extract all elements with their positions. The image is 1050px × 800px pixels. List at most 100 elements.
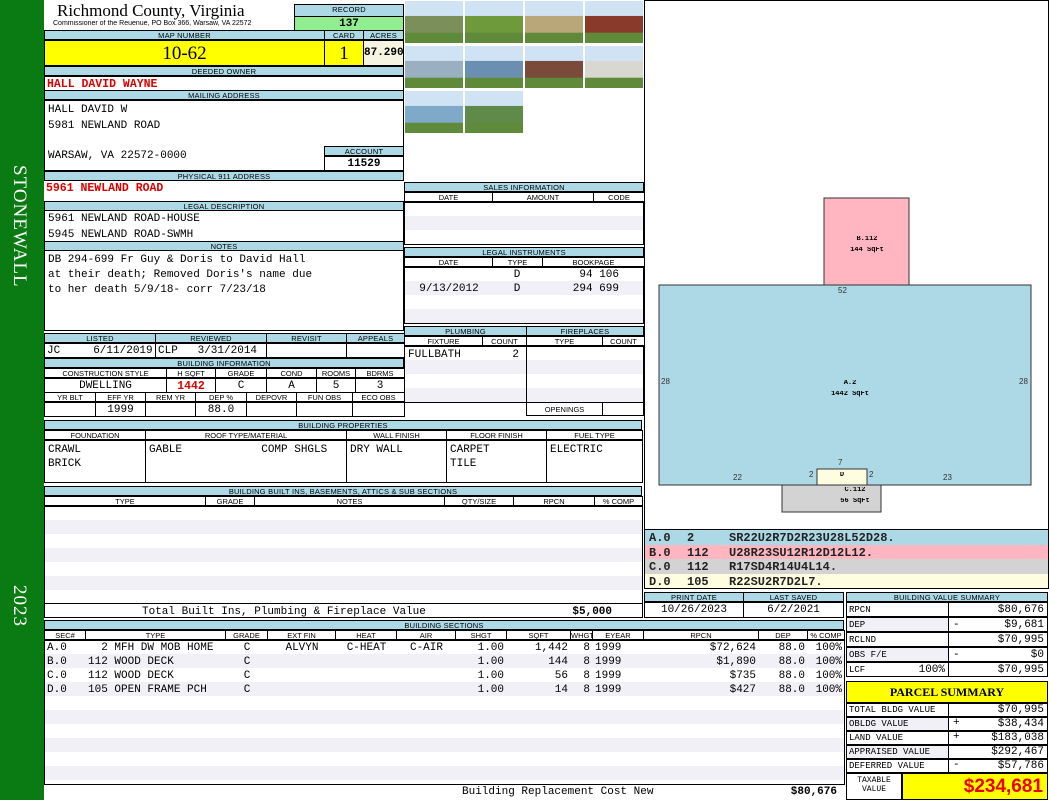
building-property-value: CRAWL: [48, 444, 82, 456]
parcel-summary-row-label: TOTAL BLDG VALUE: [846, 703, 949, 717]
value-summary-row-sign: [951, 633, 963, 646]
physical-address-label: PHYSICAL 911 ADDRESS: [44, 171, 404, 181]
mailing-address-line: WARSAW, VA 22572-0000: [48, 150, 187, 162]
property-photo[interactable]: [524, 0, 584, 44]
map-number-label: MAP NUMBER: [44, 30, 325, 40]
plumbing-row: [405, 388, 526, 402]
deeded-owner-label: DEEDED OWNER: [44, 66, 404, 76]
sales-header: AMOUNT: [492, 192, 594, 202]
notes-line: to her death 5/9/18- corr 7/23/18: [48, 284, 266, 296]
instrument-type: D: [513, 269, 521, 281]
parcel-summary-title: PARCEL SUMMARY: [846, 681, 1048, 703]
parcel-summary-row-sign: +: [953, 732, 960, 743]
building-info-header: GRADE: [215, 368, 267, 378]
built-ins-total-label: Total Built Ins, Plumbing & Fireplace Va…: [142, 606, 426, 618]
building-info-header: BDRMS: [355, 368, 405, 378]
building-section-cell: C-AIR: [409, 642, 443, 654]
building-section-cell: D.0: [47, 684, 67, 696]
building-info-value: [246, 402, 297, 417]
building-info-value: [44, 402, 96, 417]
plumbing-count: 2: [512, 349, 519, 361]
plumbing-header: FIXTURE: [404, 336, 483, 346]
legal-instruments-header: BOOKPAGE: [542, 257, 645, 267]
building-section-cell: C: [243, 642, 251, 654]
building-section-cell: 1999: [595, 670, 622, 682]
plumbing-row: [405, 360, 526, 374]
building-info-value: A: [266, 378, 317, 393]
building-info-label: BUILDING INFORMATION: [44, 358, 404, 368]
property-photo[interactable]: [404, 0, 464, 44]
value-summary-row-value: $70,995: [948, 662, 1048, 677]
legal-description-line: 5961 NEWLAND ROAD-HOUSE: [48, 213, 200, 225]
value-summary-row-extra: [900, 648, 948, 661]
building-property-value: [548, 457, 641, 470]
plumbing-label: PLUMBING: [404, 326, 527, 336]
parcel-summary-row-label: LAND VALUE: [846, 731, 949, 745]
map-number: 10-62: [44, 40, 325, 66]
building-section-cell: 8: [583, 642, 590, 654]
mailing-address-line: HALL DAVID W: [48, 104, 128, 116]
building-info-value: C: [215, 378, 267, 393]
sketch-label-a: A.2: [843, 380, 857, 387]
building-property-value: [348, 457, 445, 470]
building-section-cell: 1.00: [477, 670, 504, 682]
built-ins-header: QTY/SIZE: [444, 496, 514, 506]
sketch-label-c: C.112: [844, 487, 866, 494]
building-section-cell: 14: [554, 684, 568, 696]
value-summary-row-value: $9,681: [948, 617, 1048, 632]
account-number: 11529: [324, 156, 404, 171]
building-section-cell: [336, 655, 397, 669]
building-sections-header: RPCN: [643, 630, 759, 640]
building-sections-header: TYPE: [85, 630, 226, 640]
property-photo[interactable]: [584, 45, 644, 89]
sketch-dimension: 2: [869, 471, 874, 479]
value-summary-row-extra: [900, 603, 948, 616]
building-sections-header: EXT FIN: [267, 630, 336, 640]
property-photo[interactable]: [464, 45, 524, 89]
value-summary-row-value: $70,995: [948, 632, 1048, 647]
building-info-value: 3: [355, 378, 405, 393]
building-section-cell: 100%: [815, 656, 842, 668]
building-section-cell: [336, 683, 397, 697]
built-ins-header: TYPE: [44, 496, 206, 506]
instrument-date: [406, 268, 492, 282]
building-info-header: ECO OBS: [352, 392, 405, 402]
fireplace-row: [527, 388, 643, 402]
property-photo[interactable]: [404, 45, 464, 89]
listing-value: [346, 343, 405, 358]
sketch-dimension: 52: [838, 287, 847, 295]
taxable-value-label: TAXABLE VALUE: [846, 773, 902, 800]
legal-instruments-header: TYPE: [492, 257, 543, 267]
sales-row: [405, 216, 643, 230]
property-photo[interactable]: [404, 90, 464, 134]
building-section-cell: 8: [583, 670, 590, 682]
building-sections-header: SEC#: [44, 630, 86, 640]
building-info-header: H SQFT: [166, 368, 216, 378]
building-section-cell: ALVYN: [285, 642, 319, 654]
built-ins-label: BUILDING BUILT INS, BASEMENTS, ATTICS & …: [44, 486, 642, 496]
legal-description-line: 5945 NEWLAND ROAD-SWMH: [48, 229, 194, 241]
building-info-header: CONSTRUCTION STYLE: [44, 368, 167, 378]
building-info-header: ROOMS: [316, 368, 356, 378]
value-summary-row-sign: -: [953, 649, 960, 661]
listing-header: REVIEWED: [155, 333, 267, 343]
building-section-cell: $1,890: [716, 656, 756, 668]
building-property-value: ELECTRIC: [550, 444, 603, 456]
building-sections-header: WHGT: [570, 630, 593, 640]
building-section-cell: 56: [554, 670, 568, 682]
building-info-value: 1999: [95, 402, 146, 417]
building-section-cell: 1.00: [477, 642, 504, 654]
built-ins-header: NOTES: [254, 496, 445, 506]
building-section-cell: [397, 669, 456, 683]
building-info-header: REM YR: [145, 392, 196, 402]
value-summary-row-extra: [900, 618, 948, 631]
property-photo[interactable]: [464, 90, 524, 134]
sales-info-label: SALES INFORMATION: [404, 182, 644, 192]
building-info-header: COND: [266, 368, 317, 378]
building-info-value: 5: [316, 378, 356, 393]
property-photo[interactable]: [584, 0, 644, 44]
property-photo[interactable]: [524, 45, 584, 89]
property-photo[interactable]: [464, 0, 524, 44]
value-summary-row-value: $80,676: [948, 602, 1048, 617]
mailing-address-label: MAILING ADDRESS: [44, 90, 404, 100]
